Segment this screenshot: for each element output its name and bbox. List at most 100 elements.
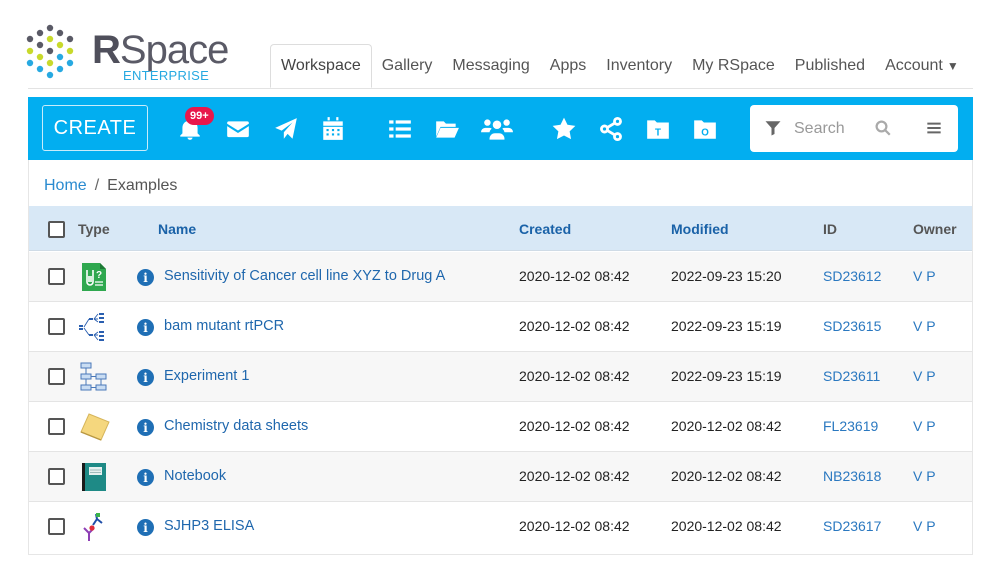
- breadcrumb: Home / Examples: [44, 177, 177, 195]
- row-owner-link[interactable]: V P: [913, 418, 936, 434]
- other-folder-icon[interactable]: O: [691, 115, 719, 143]
- row-checkbox[interactable]: [48, 318, 65, 335]
- column-header-created[interactable]: Created: [519, 221, 571, 237]
- calendar-icon[interactable]: [319, 115, 347, 143]
- row-id-link[interactable]: SD23611: [823, 368, 880, 384]
- table-row[interactable]: i Experiment 1 2020-12-02 08:42 2022-09-…: [29, 352, 972, 402]
- column-header-name[interactable]: Name: [158, 221, 196, 237]
- list-icon[interactable]: [386, 115, 414, 143]
- tab-published[interactable]: Published: [785, 44, 875, 88]
- tab-account[interactable]: Account ▼: [875, 44, 969, 88]
- notification-badge[interactable]: 99+: [185, 107, 214, 125]
- table-row[interactable]: i SJHP3 ELISA 2020-12-02 08:42 2020-12-0…: [29, 502, 972, 552]
- account-label: Account: [885, 57, 943, 74]
- row-checkbox[interactable]: [48, 368, 65, 385]
- filter-icon[interactable]: [764, 119, 782, 142]
- tab-my-rspace[interactable]: My RSpace: [682, 44, 785, 88]
- column-header-id: ID: [823, 221, 837, 237]
- paper-plane-icon[interactable]: [272, 115, 300, 143]
- row-id-link[interactable]: FL23619: [823, 418, 878, 434]
- envelope-icon[interactable]: [224, 115, 252, 143]
- rspace-logo[interactable]: RSpace ENTERPRISE: [26, 24, 229, 84]
- flowchart-icon: [79, 362, 109, 392]
- tab-inventory[interactable]: Inventory: [596, 44, 682, 88]
- info-icon[interactable]: i: [137, 269, 154, 286]
- column-header-owner: Owner: [913, 221, 957, 237]
- row-created: 2020-12-02 08:42: [519, 318, 630, 334]
- row-owner-link[interactable]: V P: [913, 518, 936, 534]
- tab-apps[interactable]: Apps: [540, 44, 596, 88]
- row-modified: 2022-09-23 15:19: [671, 318, 782, 334]
- breadcrumb-current: Examples: [107, 177, 178, 194]
- template-folder-icon[interactable]: T: [644, 115, 672, 143]
- row-name-link[interactable]: Chemistry data sheets: [164, 418, 308, 434]
- row-checkbox[interactable]: [48, 468, 65, 485]
- table-row[interactable]: i Chemistry data sheets 2020-12-02 08:42…: [29, 402, 972, 452]
- row-id-link[interactable]: NB23618: [823, 468, 881, 484]
- main-nav: Workspace Gallery Messaging Apps Invento…: [270, 44, 969, 88]
- search-icon[interactable]: [874, 119, 892, 142]
- info-icon[interactable]: i: [137, 519, 154, 536]
- row-id-link[interactable]: SD23612: [823, 268, 881, 284]
- tab-messaging[interactable]: Messaging: [442, 44, 539, 88]
- info-icon[interactable]: i: [137, 369, 154, 386]
- row-name-link[interactable]: Notebook: [164, 468, 226, 484]
- row-owner-link[interactable]: V P: [913, 468, 936, 484]
- svg-text:?: ?: [96, 270, 102, 281]
- share-icon[interactable]: [597, 115, 625, 143]
- tab-gallery[interactable]: Gallery: [372, 44, 443, 88]
- row-checkbox[interactable]: [48, 418, 65, 435]
- table-row[interactable]: i bam mutant rtPCR 2020-12-02 08:42 2022…: [29, 302, 972, 352]
- row-name-link[interactable]: Experiment 1: [164, 368, 249, 384]
- row-created: 2020-12-02 08:42: [519, 368, 630, 384]
- users-icon[interactable]: [480, 115, 514, 143]
- logo-text: RSpace: [92, 28, 229, 72]
- elisa-icon: [79, 512, 109, 542]
- caret-down-icon: ▼: [946, 59, 959, 73]
- row-modified: 2022-09-23 15:19: [671, 368, 782, 384]
- info-icon[interactable]: i: [137, 469, 154, 486]
- table-header: Type Name Created Modified ID Owner: [29, 206, 972, 251]
- search-input[interactable]: [794, 117, 876, 141]
- breadcrumb-home[interactable]: Home: [44, 177, 87, 194]
- row-name-link[interactable]: SJHP3 ELISA: [164, 518, 254, 534]
- star-icon[interactable]: [550, 115, 578, 143]
- table-row[interactable]: i Notebook 2020-12-02 08:42 2020-12-02 0…: [29, 452, 972, 502]
- row-checkbox[interactable]: [48, 518, 65, 535]
- breadcrumb-separator: /: [94, 177, 100, 194]
- row-created: 2020-12-02 08:42: [519, 468, 630, 484]
- structured-document-icon: ?: [79, 262, 109, 292]
- row-name-link[interactable]: Sensitivity of Cancer cell line XYZ to D…: [164, 268, 445, 284]
- table-row[interactable]: ? i Sensitivity of Cancer cell line XYZ …: [29, 252, 972, 302]
- select-all-checkbox[interactable]: [48, 221, 65, 238]
- row-name-link[interactable]: bam mutant rtPCR: [164, 318, 284, 334]
- row-checkbox[interactable]: [48, 268, 65, 285]
- logo-dots-icon: [26, 24, 74, 79]
- column-header-modified[interactable]: Modified: [671, 221, 729, 237]
- hamburger-menu-icon[interactable]: [926, 120, 942, 141]
- info-icon[interactable]: i: [137, 419, 154, 436]
- app-header: RSpace ENTERPRISE Workspace Gallery Mess…: [0, 0, 1000, 96]
- notebook-icon: [79, 462, 109, 492]
- search-box: [750, 105, 958, 152]
- folder-icon: [79, 412, 110, 442]
- row-id-link[interactable]: SD23617: [823, 518, 881, 534]
- row-owner-link[interactable]: V P: [913, 368, 936, 384]
- row-modified: 2020-12-02 08:42: [671, 518, 782, 534]
- row-created: 2020-12-02 08:42: [519, 418, 630, 434]
- column-header-type: Type: [78, 221, 110, 237]
- row-id-link[interactable]: SD23615: [823, 318, 881, 334]
- create-button[interactable]: CREATE: [42, 105, 148, 151]
- row-owner-link[interactable]: V P: [913, 268, 936, 284]
- row-owner-link[interactable]: V P: [913, 318, 936, 334]
- info-icon[interactable]: i: [137, 319, 154, 336]
- svg-text:O: O: [701, 128, 709, 139]
- row-modified: 2020-12-02 08:42: [671, 418, 782, 434]
- row-modified: 2020-12-02 08:42: [671, 468, 782, 484]
- row-created: 2020-12-02 08:42: [519, 518, 630, 534]
- svg-text:T: T: [655, 128, 661, 139]
- row-created: 2020-12-02 08:42: [519, 268, 630, 284]
- tab-workspace[interactable]: Workspace: [270, 44, 372, 88]
- row-modified: 2022-09-23 15:20: [671, 268, 782, 284]
- folder-open-icon[interactable]: [433, 115, 461, 143]
